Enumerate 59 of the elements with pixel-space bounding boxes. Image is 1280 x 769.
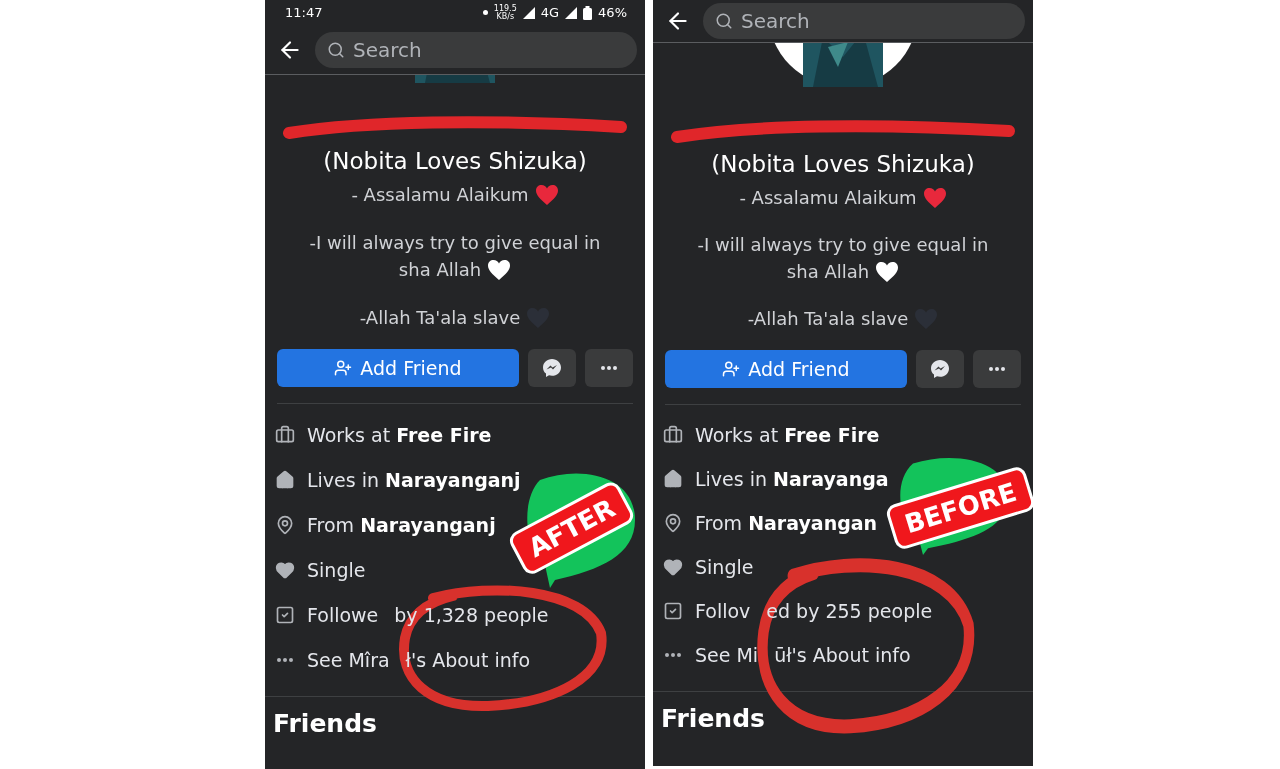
house-icon xyxy=(275,469,295,490)
bio-line: - Assalamu Alaikum xyxy=(351,183,529,207)
battery-level: 46% xyxy=(598,5,627,20)
messenger-icon xyxy=(542,358,562,378)
bio-line: -I will always try to give equal in xyxy=(309,231,601,255)
detail-text: Single xyxy=(307,558,366,581)
profile-nickname: (Nobita Loves Shizuka) xyxy=(322,147,588,176)
bio-line: -Allah Ta'ala slave xyxy=(359,306,521,330)
section-title: Friends xyxy=(660,703,766,735)
detail-text: Works at Free Fire xyxy=(695,424,880,446)
briefcase-icon xyxy=(275,424,295,445)
bio-line: sha Allah xyxy=(398,258,482,282)
detail-text: Works at Free Fire xyxy=(307,423,492,446)
battery-icon xyxy=(583,5,593,20)
more-button[interactable] xyxy=(973,350,1021,388)
add-person-icon xyxy=(722,360,741,378)
checkbox-icon xyxy=(663,601,683,621)
ellipsis-icon xyxy=(601,366,617,370)
about-link[interactable]: ūł's About info xyxy=(774,644,911,666)
ellipsis-icon xyxy=(989,367,1005,371)
detail-text: From Narayangan xyxy=(695,512,878,534)
messenger-icon xyxy=(930,359,950,379)
bio-line: sha Allah xyxy=(786,260,870,284)
search-icon xyxy=(327,40,345,59)
bio-line: - Assalamu Alaikum xyxy=(739,186,917,210)
search-field[interactable]: Search xyxy=(315,31,637,68)
map-pin-icon xyxy=(663,513,683,533)
status-time: 11:47 xyxy=(285,5,324,20)
detail-text: From Narayanganj xyxy=(307,513,496,536)
section-title: Friends xyxy=(272,708,378,740)
bio-line: -Allah Ta'ala slave xyxy=(747,307,909,331)
heart-icon xyxy=(663,557,683,577)
checkbox-icon xyxy=(275,604,295,625)
detail-text: Single xyxy=(695,556,754,578)
network-type: 4G xyxy=(540,5,560,20)
add-friend-button[interactable]: Add Friend xyxy=(665,350,907,388)
about-link[interactable]: See Mi xyxy=(695,644,759,666)
bio-line: -I will always try to give equal in xyxy=(697,233,989,257)
messenger-button[interactable] xyxy=(916,350,964,388)
profile-nickname: (Nobita Loves Shizuka) xyxy=(710,150,976,179)
network-speed: 119.5 KB/s xyxy=(493,4,517,21)
more-button[interactable] xyxy=(585,349,633,387)
ellipsis-icon xyxy=(665,653,681,657)
add-person-icon xyxy=(334,359,353,377)
signal-icon xyxy=(565,6,578,19)
ellipsis-icon xyxy=(277,657,293,662)
dot-icon xyxy=(482,10,488,15)
search-icon xyxy=(715,12,733,30)
add-friend-button[interactable]: Add Friend xyxy=(277,349,519,387)
detail-text: Followe xyxy=(307,603,379,626)
map-pin-icon xyxy=(275,514,295,535)
search-field[interactable]: Search xyxy=(703,3,1025,39)
house-icon xyxy=(663,469,683,489)
about-link[interactable]: See Mîra xyxy=(307,648,390,671)
messenger-button[interactable] xyxy=(528,349,576,387)
detail-text: Follov xyxy=(695,600,751,622)
signal-icon xyxy=(522,6,535,19)
briefcase-icon xyxy=(663,425,683,445)
heart-icon xyxy=(275,559,295,580)
